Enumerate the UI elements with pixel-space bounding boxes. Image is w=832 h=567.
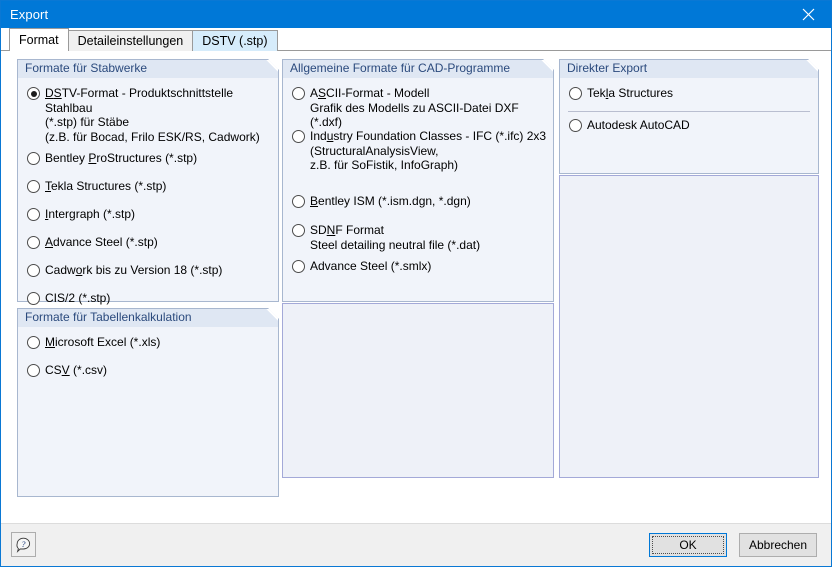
radio-csv[interactable]: CSV (*.csv) xyxy=(27,363,107,378)
ok-button[interactable]: OK xyxy=(649,533,727,557)
help-button[interactable]: ? xyxy=(11,532,36,557)
group-formate-fuer-stabwerke: Formate für Stabwerke DSTV-Format - Prod… xyxy=(17,59,279,305)
radio-label: DSTV-Format - Produktschnittstelle Stahl… xyxy=(45,86,260,144)
radio-label: CIS/2 (*.stp) xyxy=(45,291,111,305)
radio-label: Bentley ISM (*.ism.dgn, *.dgn) xyxy=(310,194,471,208)
radio-ascii-format-modell[interactable]: ASCII-Format - Modell Grafik des Modells… xyxy=(292,86,553,130)
radio-indicator xyxy=(27,264,40,277)
close-icon xyxy=(802,8,814,21)
svg-text:?: ? xyxy=(21,539,26,549)
panel-cad-placeholder xyxy=(282,303,554,478)
close-button[interactable] xyxy=(785,1,831,28)
radio-dstv-format[interactable]: DSTV-Format - Produktschnittstelle Stahl… xyxy=(27,86,275,144)
export-dialog-window: Export Format Detaileinstellungen DSTV (… xyxy=(0,0,832,567)
group-title-tabellenkalkulation: Formate für Tabellenkalkulation xyxy=(25,310,192,324)
group-allgemeine-formate-cad: Allgemeine Formate für CAD-Programme ASC… xyxy=(282,59,554,302)
panel-direkter-export-placeholder xyxy=(559,175,819,478)
group-title-stabwerke: Formate für Stabwerke xyxy=(25,61,148,75)
corner-notch xyxy=(266,60,278,72)
radio-tekla-structures-direct[interactable]: Tekla Structures xyxy=(569,86,673,101)
radio-sdnf-format[interactable]: SDNF Format Steel detailing neutral file… xyxy=(292,223,480,252)
radio-industry-foundation-classes-ifc[interactable]: Industry Foundation Classes - IFC (*.ifc… xyxy=(292,129,546,173)
radio-label: Industry Foundation Classes - IFC (*.ifc… xyxy=(310,129,547,172)
radio-indicator xyxy=(27,236,40,249)
radio-label: Tekla Structures (*.stp) xyxy=(45,179,167,193)
dialog-content: Formate für Stabwerke DSTV-Format - Prod… xyxy=(1,51,831,523)
corner-notch xyxy=(266,309,278,321)
group-header-cad: Allgemeine Formate für CAD-Programme xyxy=(282,59,554,78)
radio-autodesk-autocad[interactable]: Autodesk AutoCAD xyxy=(569,118,690,133)
cancel-button-label: Abbrechen xyxy=(748,538,808,552)
radio-label: Autodesk AutoCAD xyxy=(587,118,690,132)
radio-bentley-prostructures[interactable]: Bentley ProStructures (*.stp) xyxy=(27,151,197,166)
radio-indicator xyxy=(27,208,40,221)
radio-label: SDNF Format Steel detailing neutral file… xyxy=(310,223,481,252)
tab-dstv-stp[interactable]: DSTV (.stp) xyxy=(192,30,278,51)
radio-label: Microsoft Excel (*.xls) xyxy=(45,335,161,349)
help-icon: ? xyxy=(16,537,31,553)
radio-label: Advance Steel (*.smlx) xyxy=(310,259,432,273)
radio-bentley-ism[interactable]: Bentley ISM (*.ism.dgn, *.dgn) xyxy=(292,194,471,209)
radio-advance-steel-smlx[interactable]: Advance Steel (*.smlx) xyxy=(292,259,431,274)
group-header-direkter-export: Direkter Export xyxy=(559,59,819,78)
radio-indicator xyxy=(292,224,305,237)
radio-indicator xyxy=(27,292,40,305)
cancel-button[interactable]: Abbrechen xyxy=(739,533,817,557)
group-body-stabwerke: DSTV-Format - Produktschnittstelle Stahl… xyxy=(17,78,279,305)
title-bar: Export xyxy=(1,1,831,28)
group-body-direkter-export: Tekla Structures Autodesk AutoCAD xyxy=(559,78,819,174)
radio-cis-2[interactable]: CIS/2 (*.stp) xyxy=(27,291,110,306)
radio-label: Intergraph (*.stp) xyxy=(45,207,136,221)
corner-notch xyxy=(806,60,818,72)
radio-label: CSV (*.csv) xyxy=(45,363,108,377)
radio-label: Tekla Structures xyxy=(587,86,674,100)
group-title-cad: Allgemeine Formate für CAD-Programme xyxy=(290,61,511,75)
radio-indicator xyxy=(27,180,40,193)
radio-microsoft-excel[interactable]: Microsoft Excel (*.xls) xyxy=(27,335,160,350)
group-direkter-export: Direkter Export Tekla Structures Autodes… xyxy=(559,59,819,174)
radio-indicator xyxy=(292,260,305,273)
divider xyxy=(568,111,810,112)
tab-strip: Format Detaileinstellungen DSTV (.stp) xyxy=(1,28,831,51)
tab-detaileinstellungen[interactable]: Detaileinstellungen xyxy=(67,30,194,51)
radio-indicator xyxy=(27,336,40,349)
group-formate-fuer-tabellenkalkulation: Formate für Tabellenkalkulation Microsof… xyxy=(17,308,279,497)
group-header-tabellenkalkulation: Formate für Tabellenkalkulation xyxy=(17,308,279,327)
radio-label: Cadwork bis zu Version 18 (*.stp) xyxy=(45,263,223,277)
radio-indicator xyxy=(27,152,40,165)
group-body-cad: ASCII-Format - Modell Grafik des Modells… xyxy=(282,78,554,302)
corner-notch xyxy=(541,60,553,72)
group-header-stabwerke: Formate für Stabwerke xyxy=(17,59,279,78)
radio-label: ASCII-Format - Modell Grafik des Modells… xyxy=(310,86,519,129)
radio-indicator xyxy=(292,195,305,208)
radio-indicator xyxy=(569,87,582,100)
radio-intergraph[interactable]: Intergraph (*.stp) xyxy=(27,207,135,222)
focus-ring xyxy=(652,536,724,554)
group-body-tabellenkalkulation: Microsoft Excel (*.xls) CSV (*.csv) xyxy=(17,327,279,497)
dialog-footer: ? OK Abbrechen xyxy=(1,523,831,566)
radio-indicator xyxy=(27,87,40,100)
group-title-direkter-export: Direkter Export xyxy=(567,61,648,75)
radio-label: Advance Steel (*.stp) xyxy=(45,235,158,249)
radio-label: Bentley ProStructures (*.stp) xyxy=(45,151,198,165)
radio-indicator xyxy=(569,119,582,132)
radio-indicator xyxy=(292,87,305,100)
window-title: Export xyxy=(10,7,49,22)
radio-indicator xyxy=(27,364,40,377)
radio-cadwork-version-18[interactable]: Cadwork bis zu Version 18 (*.stp) xyxy=(27,263,222,278)
tab-format[interactable]: Format xyxy=(9,28,69,51)
radio-advance-steel-stp[interactable]: Advance Steel (*.stp) xyxy=(27,235,158,250)
radio-indicator xyxy=(292,130,305,143)
radio-tekla-structures-stp[interactable]: Tekla Structures (*.stp) xyxy=(27,179,166,194)
